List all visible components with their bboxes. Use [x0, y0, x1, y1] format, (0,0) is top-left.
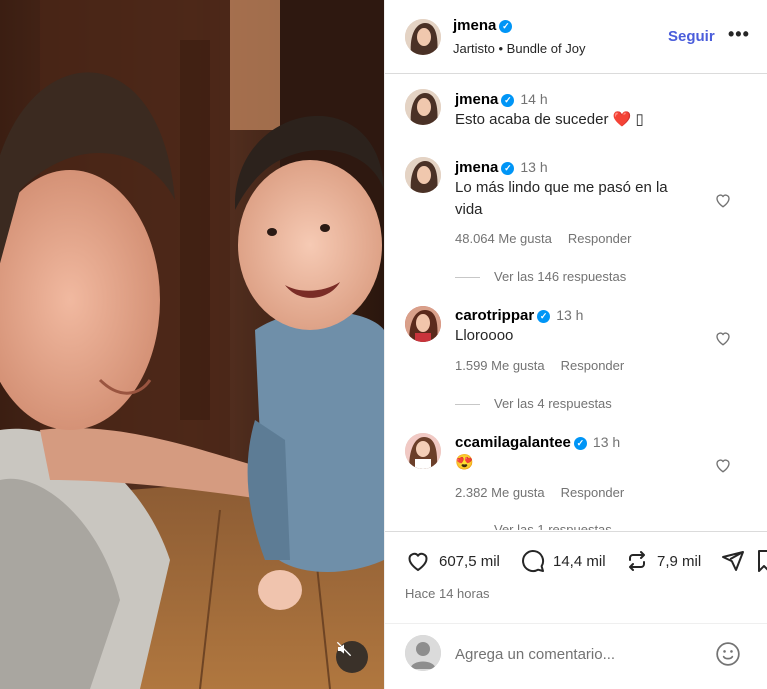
repost-count: 7,9 mil [657, 552, 702, 570]
comment-head: ccamilagalantee ✓ 13 h [455, 434, 620, 452]
repost-icon [629, 551, 645, 571]
author-username[interactable]: jmena [453, 17, 496, 34]
reply-button[interactable]: Responder [561, 485, 625, 500]
comment-likes[interactable]: 1.599 Me gusta [455, 358, 545, 373]
comment-avatar[interactable] [405, 433, 441, 469]
comment-time: 13 h [592, 434, 621, 450]
reply-button[interactable]: Responder [568, 231, 632, 246]
post-header: jmena ✓ Jartisto • Bundle of Joy Seguir •… [385, 0, 767, 74]
reply-button[interactable]: Responder [561, 358, 625, 373]
share-icon [722, 551, 744, 571]
comment-avatar[interactable] [405, 157, 441, 193]
avatar-image [405, 433, 441, 469]
comment-head: carotrippar ✓ 13 h [455, 307, 583, 325]
verified-icon: ✓ [537, 310, 551, 323]
verified-icon: ✓ [499, 20, 513, 33]
share-action [721, 549, 745, 573]
caption-time: 14 h [520, 91, 548, 107]
mute-button[interactable] [336, 641, 368, 673]
comment-avatar[interactable] [405, 306, 441, 342]
comment-time: 13 h [520, 159, 548, 175]
comment-likes[interactable]: 48.064 Me gusta [455, 231, 552, 246]
replies-divider [455, 277, 480, 279]
comment-meta: 48.064 Me gusta Responder [455, 231, 631, 246]
repost-button[interactable] [625, 549, 649, 573]
comment-text: Lo más lindo que me pasó en la vida [455, 179, 668, 218]
replies-divider [455, 404, 480, 406]
share-button[interactable] [721, 549, 745, 573]
avatar-image [405, 89, 441, 125]
follow-button[interactable]: Seguir [668, 28, 715, 45]
comment-username[interactable]: jmena [455, 159, 498, 176]
caption-head: jmena ✓ 14 h [455, 91, 548, 109]
comment-username[interactable]: ccamilagalantee [455, 434, 571, 451]
view-replies[interactable]: Ver las 1 respuestas [455, 522, 612, 530]
comment-text: Lloroooo [455, 327, 514, 344]
like-action: 607,5 mil [405, 549, 500, 573]
save-button[interactable] [757, 549, 767, 573]
caption-text: Esto acaba de suceder ❤️ [455, 111, 632, 128]
view-replies-label: Ver las 146 respuestas [494, 269, 627, 284]
add-comment-bar [385, 623, 767, 689]
comment-time: 13 h [556, 307, 584, 323]
comment-input[interactable] [455, 642, 705, 666]
caption-avatar[interactable] [405, 89, 441, 125]
current-user-avatar [405, 635, 441, 671]
view-replies-label: Ver las 4 respuestas [494, 396, 612, 411]
post-panel: jmena ✓ Jartisto • Bundle of Joy Seguir •… [384, 0, 767, 689]
emoji-icon [716, 642, 740, 666]
heart-icon[interactable] [713, 329, 733, 347]
mute-icon [336, 641, 352, 657]
comment-action: 14,4 mil [521, 549, 606, 573]
view-replies[interactable]: Ver las 146 respuestas [455, 269, 626, 284]
comment-meta: 1.599 Me gusta Responder [455, 358, 624, 373]
caption-text-row: Esto acaba de suceder ❤️ ▯ [455, 109, 695, 131]
heart-icon[interactable] [713, 456, 733, 474]
like-count[interactable]: 607,5 mil [439, 553, 500, 570]
comment-meta: 2.382 Me gusta Responder [455, 485, 624, 500]
comment-button[interactable] [521, 549, 545, 573]
post-time: Hace 14 horas [405, 586, 490, 601]
default-avatar-icon [405, 635, 441, 671]
audio-subtitle[interactable]: Jartisto • Bundle of Joy [453, 41, 585, 56]
comment-count: 14,4 mil [553, 552, 606, 570]
heart-icon[interactable] [713, 191, 733, 209]
save-icon [758, 550, 767, 572]
emoji-button[interactable] [715, 641, 741, 672]
verified-icon: ✓ [501, 162, 515, 175]
avatar-image [405, 157, 441, 193]
avatar-image [405, 19, 441, 55]
comment-head: jmena ✓ 13 h [455, 159, 548, 177]
like-button[interactable] [405, 549, 431, 573]
post-video[interactable] [0, 0, 384, 689]
more-icon[interactable]: ••• [728, 24, 750, 45]
caption-username[interactable]: jmena [455, 91, 498, 108]
video-frame [0, 0, 384, 689]
comment-likes[interactable]: 2.382 Me gusta [455, 485, 545, 500]
verified-icon: ✓ [501, 94, 515, 107]
save-action [757, 549, 767, 573]
view-replies-label: Ver las 1 respuestas [494, 522, 612, 530]
author-line: jmena ✓ [453, 17, 513, 35]
view-replies[interactable]: Ver las 4 respuestas [455, 396, 612, 411]
author-avatar[interactable] [405, 19, 441, 55]
comment-text: 😍 [455, 454, 474, 471]
caption-trailing-glyph: ▯ [635, 111, 644, 128]
repost-action: 7,9 mil [625, 549, 701, 573]
action-bar: 607,5 mil 14,4 mil 7,9 mil Hace 14 horas [385, 531, 767, 623]
avatar-image [405, 306, 441, 342]
heart-icon [408, 552, 428, 572]
comments-list[interactable]: jmena ✓ 14 h Esto acaba de suceder ❤️ ▯ jm… [385, 75, 767, 530]
comment-username[interactable]: carotrippar [455, 307, 534, 324]
comment-icon [522, 550, 545, 573]
verified-icon: ✓ [573, 437, 587, 450]
